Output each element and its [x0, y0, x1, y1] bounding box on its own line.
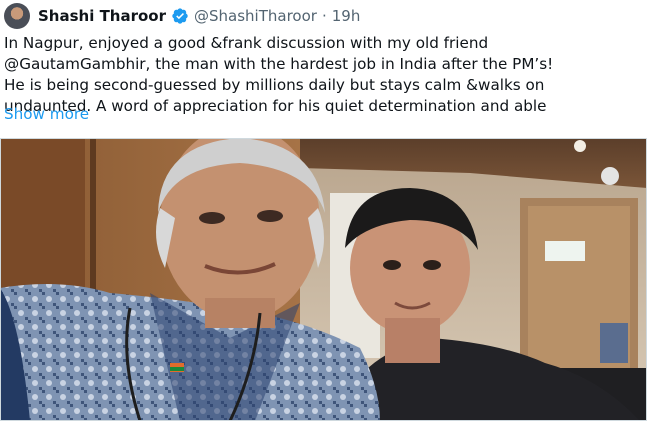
separator-dot: · [321, 7, 327, 25]
profile-avatar[interactable] [4, 3, 30, 29]
author-handle[interactable]: @ShashiTharoor [194, 7, 317, 25]
tweet-header: Shashi Tharoor @ShashiTharoor · 19h [4, 2, 647, 30]
show-more-link[interactable]: Show more [4, 104, 89, 125]
tweet-timestamp[interactable]: 19h [332, 7, 361, 25]
author-name[interactable]: Shashi Tharoor [38, 7, 166, 25]
tweet-photo[interactable] [0, 138, 647, 421]
photo-illustration [0, 138, 647, 421]
verified-badge-icon [171, 7, 189, 25]
tweet-text: In Nagpur, enjoyed a good &frank discuss… [4, 34, 554, 115]
